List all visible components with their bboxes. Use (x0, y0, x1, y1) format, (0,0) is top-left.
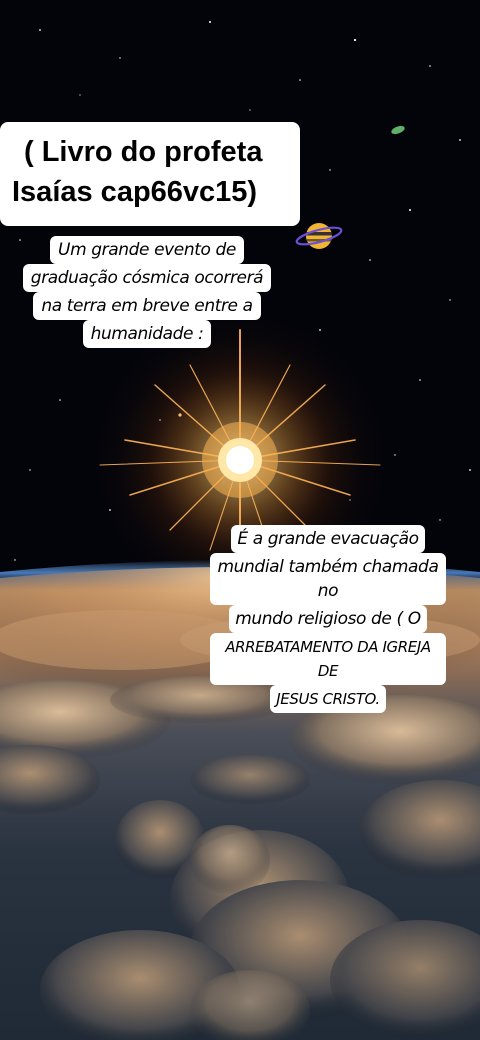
intro-line-3: na terra em breve entre a (33, 292, 261, 320)
explanation-line-3: mundo religioso de ( O (229, 605, 427, 633)
explanation-caption: É a grande evacuação mundial também cham… (210, 525, 446, 713)
intro-line-4: humanidade : (82, 320, 212, 348)
screen: ( Livro do profeta Isaías cap66vc15) Um … (0, 0, 480, 1040)
explanation-line-4: ARREBATAMENTO DA IGREJA DE (210, 633, 446, 685)
title-line-2: Isaías cap66vc15) (12, 176, 258, 208)
explanation-line-1: É a grande evacuação (231, 525, 425, 553)
intro-line-1: Um grande evento de (50, 236, 244, 264)
explanation-line-2: mundial também chamada no (210, 553, 446, 605)
intro-line-2: graduação cósmica ocorrerá (22, 264, 272, 292)
title-line-1: ( Livro do profeta (24, 136, 263, 168)
title-caption: ( Livro do profeta Isaías cap66vc15) (0, 122, 300, 226)
explanation-line-5: JESUS CRISTO. (270, 685, 386, 713)
intro-caption: Um grande evento de graduação cósmica oc… (12, 236, 282, 348)
